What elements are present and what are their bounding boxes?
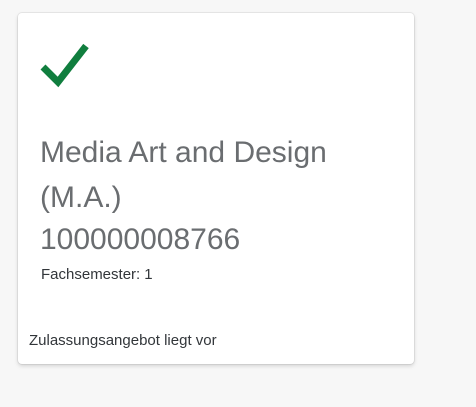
application-tile[interactable]: Media Art and Design (M.A.) 100000008766… <box>18 13 414 364</box>
application-number: 100000008766 <box>40 223 241 256</box>
semester-value: 1 <box>144 266 153 283</box>
semester-info: Fachsemester: 1 <box>41 265 153 285</box>
tile-title: Media Art and Design (M.A.) <box>40 136 327 214</box>
checkmark-icon <box>40 41 90 89</box>
tile-footer-status: Zulassungsangebot liegt vor <box>29 332 217 349</box>
semester-label: Fachsemester: <box>41 266 141 283</box>
